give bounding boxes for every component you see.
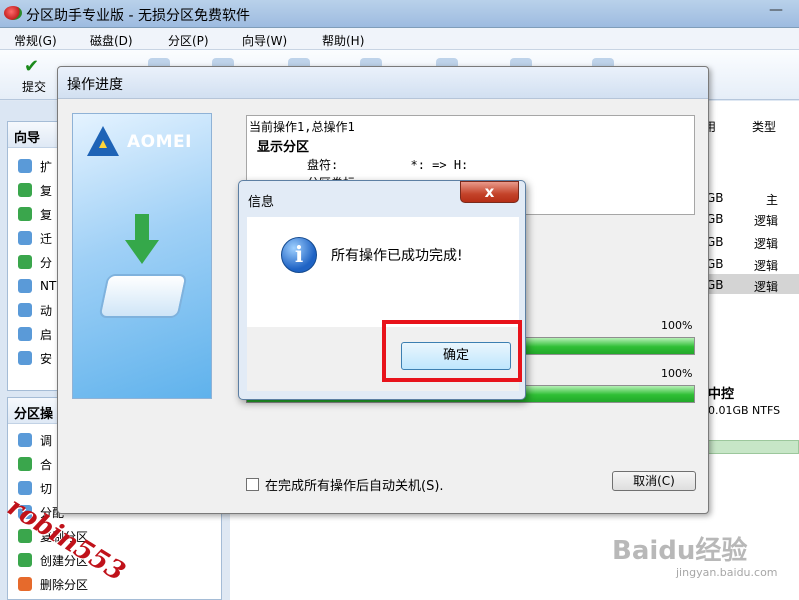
delete-partition-item[interactable]: 删除分区 [18,574,88,594]
app-logo-icon [4,6,22,20]
wizard-icon [18,159,32,173]
wizard-icon [18,351,32,365]
log-line: 当前操作1,总操作1 [249,120,355,134]
create-icon [18,553,32,567]
information-icon: i [281,237,317,273]
minimize-button[interactable]: — [769,2,783,18]
partition-op-item[interactable]: 调 [18,430,52,450]
drive-usage-bar[interactable] [700,440,799,454]
wizard-item[interactable]: 动 [18,300,52,320]
wizard-item[interactable]: 分 [18,252,52,272]
row-type[interactable]: 逻辑 [754,257,778,274]
menu-disk[interactable]: 磁盘(D) [90,32,133,49]
wizard-item[interactable]: 复 [18,180,52,200]
row-type[interactable]: 逻辑 [754,278,778,295]
row-type[interactable]: 逻辑 [754,235,778,252]
aomei-banner: AOMEI [72,113,212,399]
wizard-item[interactable]: 复 [18,204,52,224]
delete-icon [18,577,32,591]
submit-button[interactable]: 提交 [22,78,46,95]
info-title: 信息 [248,195,275,210]
wizard-item[interactable]: 安 [18,348,52,368]
baidu-watermark: Baidu经验 [612,536,748,566]
menu-bar: 常规(G) 磁盘(D) 分区(P) 向导(W) 帮助(H) [0,28,799,50]
info-message: 所有操作已成功完成! [331,248,463,264]
app-titlebar: 分区助手专业版 - 无损分区免费软件 — [0,0,799,28]
drive-card[interactable]: 中控 0.01GB NTFS [708,383,780,417]
download-arrow-icon [125,214,159,266]
progress-title: 操作进度 [67,77,123,93]
info-body: i 所有操作已成功完成! [247,217,519,327]
auto-shutdown-label: 在完成所有操作后自动关机(S). [265,479,444,494]
progress-titlebar: 操作进度 [58,67,708,99]
wizard-icon [18,303,32,317]
drive-size: 0.01GB NTFS [708,404,781,417]
wizard-item[interactable]: NT [18,276,56,296]
progress-percent-1: 100% [661,319,693,332]
close-icon[interactable]: x [460,181,519,203]
wizard-icon [18,231,32,245]
aomei-logo-text: AOMEI [127,132,192,152]
info-titlebar: 信息 x [239,181,525,211]
menu-wizard[interactable]: 向导(W) [242,32,287,49]
wizard-item[interactable]: 启 [18,324,52,344]
baidu-url-watermark: jingyan.baidu.com [676,566,778,579]
wizard-icon [18,279,32,293]
column-type[interactable]: 类型 [752,118,776,136]
menu-help[interactable]: 帮助(H) [322,32,364,49]
menu-partition[interactable]: 分区(P) [168,32,209,49]
row-type[interactable]: 逻辑 [754,212,778,229]
disk-icon [98,274,188,318]
auto-shutdown-option[interactable]: 在完成所有操作后自动关机(S). [246,475,444,494]
wizard-icon [18,183,32,197]
row-type[interactable]: 主 [766,191,778,208]
auto-shutdown-checkbox[interactable] [246,478,259,491]
wizard-icon [18,207,32,221]
drive-name: 中控 [708,387,735,402]
log-line: 盘符: *: => H: [307,158,469,172]
aomei-logo-icon [87,126,119,156]
cancel-button[interactable]: 取消(C) [612,471,696,491]
checkmark-icon[interactable]: ✔ [24,56,39,77]
wizard-icon [18,327,32,341]
op-icon [18,457,32,471]
wizard-icon [18,255,32,269]
app-title: 分区助手专业版 - 无损分区免费软件 [26,8,250,24]
partition-op-item[interactable]: 合 [18,454,52,474]
op-icon [18,433,32,447]
log-line: 显示分区 [257,140,310,155]
wizard-item[interactable]: 迁 [18,228,52,248]
wizard-item[interactable]: 扩 [18,156,52,176]
progress-percent-2: 100% [661,367,693,380]
menu-general[interactable]: 常规(G) [14,32,57,49]
ok-button-highlight [382,320,522,382]
